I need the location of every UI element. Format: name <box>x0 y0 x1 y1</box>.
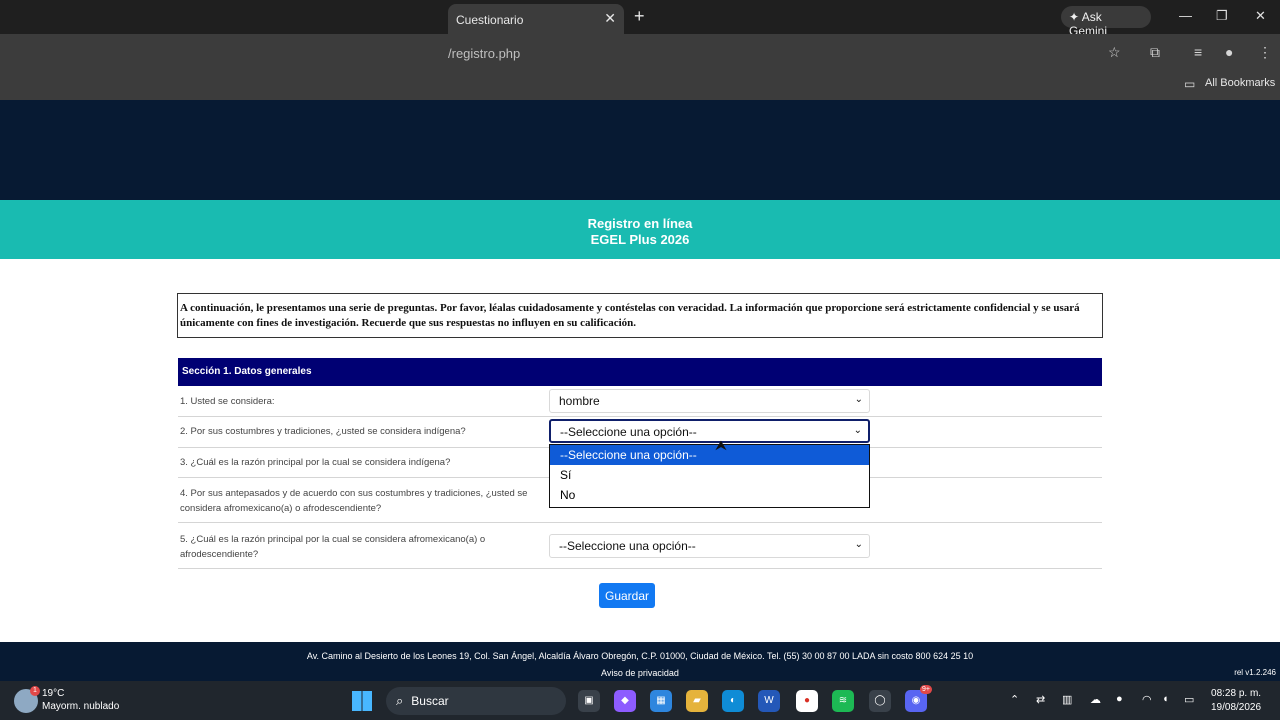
option-no[interactable]: No <box>550 485 869 505</box>
temperature: 19°C <box>42 688 65 699</box>
settings-icon[interactable]: ⇄ <box>1036 693 1045 706</box>
privacy-link[interactable]: Aviso de privacidad <box>0 668 1280 678</box>
version-label: rel v1.2.246 <box>1234 668 1276 677</box>
page-title: Registro en línea EGEL Plus 2026 <box>560 216 720 248</box>
tab-title: Cuestionario <box>456 13 524 27</box>
chevron-down-icon: ⌄ <box>854 394 863 405</box>
taskbar-search[interactable]: ⌕ Buscar <box>386 687 566 715</box>
header-dark-band <box>0 100 1280 200</box>
browser-tab-strip: Cuestionario ✕ + ✦ Ask Gemini — ❐ ✕ <box>0 0 1280 38</box>
mouse-cursor-icon: ⮝ <box>715 437 727 453</box>
weather-badge: 1 <box>30 686 40 696</box>
restore-button[interactable]: ❐ <box>1216 8 1228 24</box>
microphone-icon[interactable]: ● <box>1116 693 1123 705</box>
minimize-button[interactable]: — <box>1179 8 1192 23</box>
reading-list-icon[interactable]: ≡ <box>1194 44 1202 60</box>
chevron-down-icon: ⌄ <box>854 539 863 550</box>
select-identity[interactable]: hombre ⌄ <box>549 389 870 413</box>
edge-icon[interactable]: ◐ <box>722 690 744 712</box>
chevron-up-icon[interactable]: ⌃ <box>1010 693 1019 706</box>
title-line-1: Registro en línea <box>587 216 693 231</box>
close-tab-icon[interactable]: ✕ <box>604 10 616 27</box>
time: 08:28 p. m. <box>1211 688 1262 699</box>
intro-notice: A continuación, le presentamos una serie… <box>177 293 1103 338</box>
chrome-icon[interactable]: ● <box>796 690 818 712</box>
word-icon[interactable]: W <box>758 690 780 712</box>
windows-start-icon[interactable] <box>352 691 372 711</box>
question-label-2: 2. Por sus costumbres y tradiciones, ¿us… <box>180 426 466 437</box>
windows-taskbar: 1 19°C Mayorm. nublado ⌕ Buscar ▣ ◆ ▦ ▰ ◐… <box>0 681 1280 720</box>
header-teal-band: Registro en línea EGEL Plus 2026 <box>0 200 1280 259</box>
spotify-icon[interactable]: ≋ <box>832 690 854 712</box>
cloud-icon[interactable]: ☁ <box>1090 693 1101 706</box>
volume-icon[interactable]: ◖ <box>1162 693 1169 705</box>
select-value: --Seleccione una opción-- <box>559 539 696 553</box>
battery-icon[interactable]: ▭ <box>1184 693 1194 706</box>
menu-icon[interactable]: ⋮ <box>1258 44 1272 61</box>
close-window-button[interactable]: ✕ <box>1255 8 1266 24</box>
question-row-5: 5. ¿Cuál es la razón principal por la cu… <box>178 523 1102 569</box>
puzzle-icon[interactable]: ⧉ <box>1150 44 1160 61</box>
address-bar: /registro.php ☆ ⧉ ≡ ● ⋮ <box>0 34 1280 72</box>
question-label-3: 3. ¿Cuál es la razón principal por la cu… <box>180 457 451 468</box>
star-icon[interactable]: ☆ <box>1108 44 1121 61</box>
clock[interactable]: 08:28 p. m. 19/08/2026 <box>1211 687 1261 715</box>
save-button[interactable]: Guardar <box>599 583 655 608</box>
chevron-down-icon: ⌄ <box>853 425 862 436</box>
footer-address: Av. Camino al Desierto de los Leones 19,… <box>306 651 974 661</box>
folder-icon[interactable]: ▰ <box>686 690 708 712</box>
chart-icon[interactable]: ▥ <box>1062 693 1072 706</box>
app-icon[interactable]: ◯ <box>869 690 891 712</box>
option-seleccione[interactable]: --Seleccione una opción-- <box>550 445 869 465</box>
option-si[interactable]: Sí <box>550 465 869 485</box>
question-label-1: 1. Usted se considera: <box>180 396 275 407</box>
new-tab-button[interactable]: + <box>634 6 645 27</box>
wifi-icon[interactable]: ◠ <box>1142 693 1152 706</box>
gemini-icon: ✦ <box>1069 10 1082 24</box>
select-indigena[interactable]: --Seleccione una opción-- ⌄ <box>549 419 870 443</box>
select-value: hombre <box>559 394 600 408</box>
all-bookmarks[interactable]: All Bookmarks <box>1205 77 1275 89</box>
task-view-icon[interactable]: ▣ <box>578 690 600 712</box>
store-icon[interactable]: ▦ <box>650 690 672 712</box>
url-field[interactable]: /registro.php <box>448 46 520 61</box>
ask-gemini-button[interactable]: ✦ Ask Gemini <box>1061 6 1151 38</box>
section-header: Sección 1. Datos generales <box>178 358 1102 386</box>
tab-cuestionario[interactable]: Cuestionario ✕ <box>448 4 624 34</box>
folder-icon: ▭ <box>1184 77 1196 91</box>
select-afro-reason[interactable]: --Seleccione una opción-- ⌄ <box>549 534 870 558</box>
bookmarks-bar: ▭ All Bookmarks <box>0 72 1280 100</box>
avatar[interactable]: ● <box>1225 44 1233 60</box>
footer: Av. Camino al Desierto de los Leones 19,… <box>0 642 1280 681</box>
question-label-4: 4. Por sus antepasados y de acuerdo con … <box>180 488 528 514</box>
question-row-1: 1. Usted se considera: hombre ⌄ <box>178 386 1102 417</box>
weather-description: Mayorm. nublado <box>42 701 120 712</box>
question-label-5: 5. ¿Cuál es la razón principal por la cu… <box>180 534 486 560</box>
date: 19/08/2026 <box>1211 702 1262 713</box>
search-placeholder: Buscar <box>411 694 449 708</box>
dropdown-options: --Seleccione una opción-- Sí No <box>549 444 870 508</box>
title-line-2: EGEL Plus 2026 <box>590 232 690 247</box>
search-icon: ⌕ <box>396 693 404 708</box>
copilot-icon[interactable]: ◆ <box>614 690 636 712</box>
select-value: --Seleccione una opción-- <box>560 425 697 439</box>
discord-badge: 9+ <box>920 685 932 694</box>
